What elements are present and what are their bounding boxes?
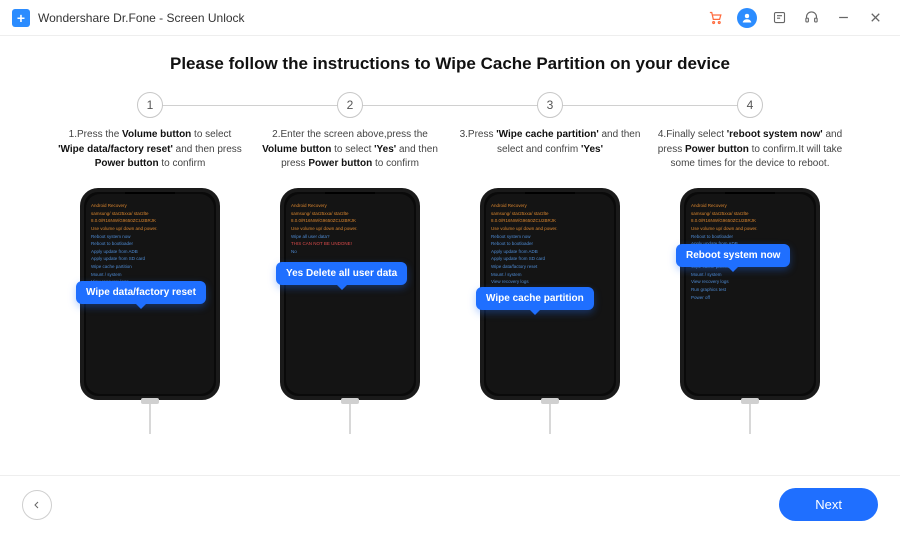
- phone-mockup: Android Recoverysamsung/ star25xxa/ star…: [480, 188, 620, 400]
- titlebar: + Wondershare Dr.Fone - Screen Unlock: [0, 0, 900, 36]
- callout-label: Wipe cache partition: [476, 287, 594, 310]
- step-badge: 3: [537, 92, 563, 118]
- user-icon[interactable]: [734, 5, 760, 31]
- phone-screen: Android Recoverysamsung/ star25xxa/ star…: [286, 194, 414, 394]
- window-title: Wondershare Dr.Fone - Screen Unlock: [38, 11, 245, 25]
- phone-mockup: Android Recoverysamsung/ star25xxa/ star…: [280, 188, 420, 400]
- step-badge: 4: [737, 92, 763, 118]
- step-instruction: 1.Press the Volume button to select 'Wip…: [50, 128, 250, 182]
- callout-label: Yes Delete all user data: [276, 262, 407, 285]
- cart-icon[interactable]: [702, 5, 728, 31]
- next-button[interactable]: Next: [779, 488, 878, 521]
- step-4: 4 4.Finally select 'reboot system now' an…: [650, 92, 850, 400]
- step-instruction: 2.Enter the screen above,press the Volum…: [250, 128, 450, 182]
- app-logo-icon: +: [12, 9, 30, 27]
- callout-label: Wipe data/factory reset: [76, 281, 206, 304]
- step-badge: 1: [137, 92, 163, 118]
- phone-mockup: Android Recoverysamsung/ star25xxa/ star…: [80, 188, 220, 400]
- step-1: 1 1.Press the Volume button to select 'Wi…: [50, 92, 250, 400]
- close-button[interactable]: [862, 5, 888, 31]
- step-instruction: 3.Press 'Wipe cache partition' and then …: [450, 128, 650, 182]
- phone-mockup: Android Recoverysamsung/ star25xxa/ star…: [680, 188, 820, 400]
- steps-container: 1 1.Press the Volume button to select 'Wi…: [0, 92, 900, 400]
- page-heading: Please follow the instructions to Wipe C…: [0, 54, 900, 74]
- support-icon[interactable]: [798, 5, 824, 31]
- back-button[interactable]: [22, 490, 52, 520]
- minimize-button[interactable]: [830, 5, 856, 31]
- feedback-icon[interactable]: [766, 5, 792, 31]
- step-instruction: 4.Finally select 'reboot system now' and…: [650, 128, 850, 182]
- step-badge: 2: [337, 92, 363, 118]
- footer: Next: [0, 475, 900, 533]
- step-3: 3 3.Press 'Wipe cache partition' and then…: [450, 92, 650, 400]
- phone-screen: Android Recoverysamsung/ star25xxa/ star…: [686, 194, 814, 394]
- callout-label: Reboot system now: [676, 244, 790, 267]
- step-2: 2 2.Enter the screen above,press the Volu…: [250, 92, 450, 400]
